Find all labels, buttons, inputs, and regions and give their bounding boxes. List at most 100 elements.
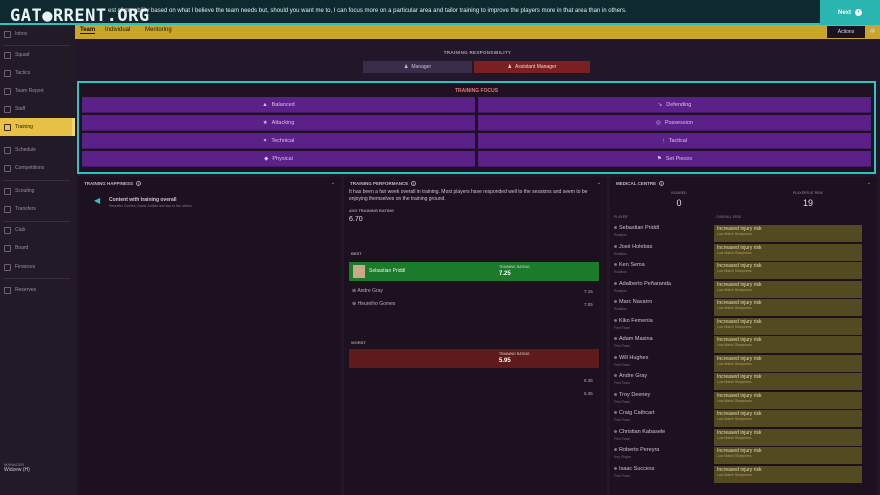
- sidebar-item-board[interactable]: Board: [0, 239, 75, 257]
- risk-badge: Increased injury risk Low Match Sharpness: [714, 428, 862, 446]
- status-dot-icon: [614, 355, 617, 359]
- button-label: Balanced: [271, 101, 295, 108]
- focus-balanced-button[interactable]: ▲ Balanced: [82, 97, 475, 113]
- player-role: Rotation: [614, 233, 628, 237]
- focus-attacking-button[interactable]: ★ Attacking: [82, 115, 475, 131]
- avatar: [353, 265, 365, 278]
- balance-icon: ▲: [262, 101, 268, 108]
- sidebar-item-team-report[interactable]: Team Report: [0, 82, 75, 100]
- banner-message: est of my ability based on what I believ…: [108, 8, 627, 14]
- sidebar-item-competitions[interactable]: Competitions: [0, 159, 75, 177]
- table-row[interactable]: Kiko Femenia First Team Increased injury r…: [614, 317, 864, 336]
- best-player-row[interactable]: Sebastian Priddl TRAINING RATING 7.25: [349, 262, 599, 281]
- table-row[interactable]: Isaac Success First Team Increased injury …: [614, 465, 864, 484]
- club-icon: [4, 226, 11, 234]
- table-row[interactable]: Adalberto Peñaranda Rotation Increased inj…: [614, 280, 864, 299]
- dumbbell-icon: ◆: [264, 155, 269, 162]
- info-icon[interactable]: i: [659, 181, 665, 186]
- manager-profile[interactable]: MANAGER Widzew (H): [4, 462, 72, 482]
- button-label: Possession: [664, 119, 693, 126]
- sidebar-item-reserves[interactable]: Reserves: [0, 281, 75, 299]
- happiness-subtext: Heurelho Gomes, David Jordan and two to …: [109, 204, 192, 208]
- tab-team[interactable]: Team: [80, 27, 96, 34]
- status-dot-icon: [614, 411, 617, 414]
- info-icon[interactable]: i: [411, 181, 417, 186]
- happiness-icon: ◀: [94, 196, 101, 205]
- worst-player-row[interactable]: TRAINING RATING 5.95: [349, 349, 599, 368]
- tab-individual[interactable]: Individual: [105, 27, 130, 33]
- risk-badge: Increased injury risk Low Match Sharpness: [714, 280, 862, 298]
- table-row[interactable]: Troy Deeney First Team Increased injury ri…: [614, 391, 864, 410]
- sidebar-item-squad[interactable]: Squad: [0, 46, 75, 64]
- injured-label: INJURED: [671, 191, 687, 195]
- best-label: BEST: [351, 251, 362, 256]
- focus-defending-button[interactable]: ↘ Defending: [478, 97, 871, 113]
- flag-icon: ⚑: [656, 155, 662, 162]
- list-item[interactable]: ⊕ Heurelho Gomes: [352, 301, 395, 307]
- button-label: Manager: [411, 64, 432, 70]
- sidebar-item-label: Board: [15, 245, 29, 251]
- table-row[interactable]: Ken Sema Rotation Increased injury risk Low…: [614, 262, 864, 280]
- focus-physical-button[interactable]: ◆ Physical: [82, 151, 475, 167]
- actions-button[interactable]: Actions: [827, 26, 865, 38]
- next-arrow-icon: ›: [855, 9, 862, 16]
- player-name: José Holebas: [614, 244, 652, 250]
- table-row[interactable]: Andre Gray First Team Increased injury ris…: [614, 373, 864, 391]
- table-row[interactable]: Sebastian Priddl Rotation Increased injury…: [614, 225, 864, 243]
- close-icon[interactable]: ⊗: [868, 27, 877, 36]
- rating-label: TRAINING RATING: [499, 352, 530, 356]
- sidebar-item-label: Inbox: [15, 31, 28, 37]
- sidebar-item-finances[interactable]: Finances: [0, 258, 75, 276]
- table-row[interactable]: Craig Cathcart First Team Increased injury…: [614, 410, 864, 428]
- player-role: Key Player: [614, 455, 631, 459]
- player-name: Craig Cathcart: [614, 410, 654, 416]
- table-row[interactable]: José Holebas Rotation Increased injury ris…: [614, 243, 864, 262]
- status-dot-icon: [614, 448, 617, 451]
- sidebar-item-inbox[interactable]: Inbox: [0, 25, 75, 43]
- training-icon: [4, 123, 11, 131]
- focus-tactical-button[interactable]: ↑ Tactical: [478, 133, 871, 149]
- status-dot-icon: [614, 300, 617, 303]
- watermark-logo: GAT●RRENT.ORG: [10, 6, 150, 26]
- avg-rating-value: 6.70: [349, 216, 363, 223]
- injured-value: 0: [676, 198, 682, 208]
- sidebar-item-scouting[interactable]: Scouting: [0, 182, 75, 200]
- sidebar-item-transfers[interactable]: Transfers: [0, 200, 75, 218]
- risk-badge: Increased injury risk Low Match Sharpness: [714, 373, 862, 390]
- sidebar-item-tactics[interactable]: Tactics: [0, 64, 75, 82]
- sidebar-item-staff[interactable]: Staff: [0, 100, 75, 118]
- sidebar-item-training[interactable]: Training: [0, 118, 75, 136]
- chevron-down-icon[interactable]: ⌄: [331, 180, 335, 186]
- focus-possession-button[interactable]: ◎ Possession: [478, 115, 871, 131]
- table-row[interactable]: Marc Navarro Rotation Increased injury ris…: [614, 299, 864, 317]
- risk-label: PLAYERS AT RISK: [793, 191, 823, 195]
- running-icon: ★: [262, 119, 268, 126]
- risk-badge: Increased injury risk Low Match Sharpness: [714, 391, 862, 409]
- table-row[interactable]: Adam Masina First Team Increased injury ri…: [614, 336, 864, 354]
- rating-value: 7.05: [584, 302, 593, 307]
- board-icon: [4, 244, 11, 252]
- player-role: Rotation: [614, 307, 628, 311]
- sidebar-item-club[interactable]: Club: [0, 221, 75, 239]
- table-row[interactable]: Roberto Pereyra Key Player Increased injur…: [614, 447, 864, 465]
- info-icon[interactable]: i: [136, 181, 142, 186]
- table-row[interactable]: Christian Kabasele First Team Increased in…: [614, 428, 864, 447]
- focus-technical-button[interactable]: ✦ Technical: [82, 133, 475, 149]
- tactics-icon: [4, 69, 11, 77]
- list-item[interactable]: ⊕ Andre Gray: [352, 288, 383, 294]
- tab-mentoring[interactable]: Mentoring: [145, 27, 172, 33]
- status-dot-icon: [614, 466, 617, 470]
- focus-set-pieces-button[interactable]: ⚑ Set Pieces: [478, 151, 871, 167]
- sidebar-item-schedule[interactable]: Schedule: [0, 141, 75, 159]
- player-role: First Team: [614, 381, 631, 385]
- chevron-down-icon[interactable]: ⌄: [867, 180, 871, 186]
- button-label: Technical: [271, 137, 295, 144]
- sidebar-item-label: Competitions: [15, 165, 45, 171]
- player-name: Sebastian Priddl: [369, 268, 406, 274]
- manager-responsibility-button[interactable]: ♟ Manager: [363, 61, 472, 73]
- assistant-responsibility-button[interactable]: ♟ Assistant Manager: [474, 61, 590, 73]
- next-button[interactable]: Next ›: [820, 0, 880, 25]
- table-row[interactable]: Will Hughes First Team Increased injury ri…: [614, 354, 864, 373]
- status-dot-icon: [614, 226, 617, 229]
- chevron-down-icon[interactable]: ⌄: [597, 180, 601, 186]
